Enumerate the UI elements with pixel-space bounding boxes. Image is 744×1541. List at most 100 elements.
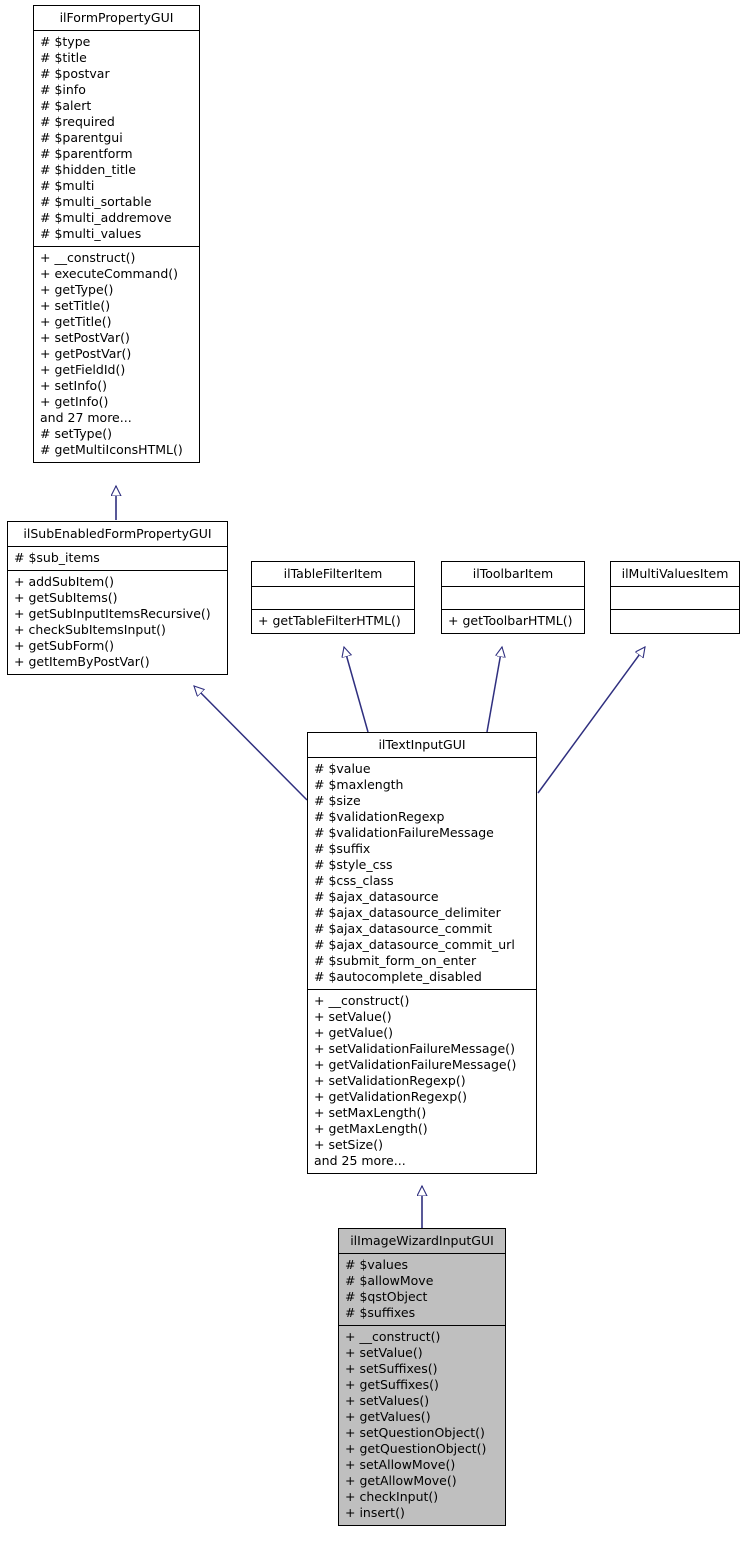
class-attributes-ilsubenabledformpropertygui: # $sub_items [8, 547, 227, 571]
method-row: + getValue() [314, 1025, 394, 1040]
class-box-ilimagewizardinputgui[interactable]: ilImageWizardInputGUI # $values # $allow… [338, 1228, 506, 1526]
method-row: + getValidationFailureMessage() [314, 1057, 517, 1072]
method-row: + __construct() [40, 250, 136, 265]
class-title-iltoolbaritem: ilToolbarItem [442, 562, 584, 587]
edge-textinput-to-multivalues [537, 647, 645, 794]
attribute-row: # $validationFailureMessage [314, 825, 494, 840]
method-row-more: and 27 more... [40, 410, 132, 425]
method-row: + setInfo() [40, 378, 107, 393]
method-row: + setTitle() [40, 298, 111, 313]
class-methods-ilformpropertygui: + __construct() + executeCommand() + get… [34, 247, 199, 462]
attribute-row: # $size [314, 793, 361, 808]
edge-textinput-to-subenabled [194, 686, 308, 801]
class-attributes-ilformpropertygui: # $type # $title # $postvar # $info # $a… [34, 31, 199, 247]
uml-class-diagram: ilFormPropertyGUI # $type # $title # $po… [0, 0, 744, 1541]
class-box-ilformpropertygui[interactable]: ilFormPropertyGUI # $type # $title # $po… [33, 5, 200, 463]
attribute-row: # $required [40, 114, 115, 129]
class-attributes-iltablefilteritem [252, 587, 414, 610]
class-title-iltextinputgui: ilTextInputGUI [308, 733, 536, 758]
attribute-row: # $multi_values [40, 226, 142, 241]
method-row: + insert() [345, 1505, 405, 1520]
attribute-row: # $ajax_datasource_commit_url [314, 937, 515, 952]
method-row: + addSubItem() [14, 574, 114, 589]
method-row: + getInfo() [40, 394, 109, 409]
class-methods-iltoolbaritem: + getToolbarHTML() [442, 610, 584, 633]
attribute-row: # $multi_sortable [40, 194, 152, 209]
edge-textinput-to-tablefilter [344, 647, 369, 733]
class-title-ilmultivaluesitem: ilMultiValuesItem [611, 562, 739, 587]
class-title-iltablefilteritem: ilTableFilterItem [252, 562, 414, 587]
attribute-row: # $title [40, 50, 87, 65]
edge-textinput-to-toolbaritem [486, 647, 502, 733]
method-row: + setSize() [314, 1137, 383, 1152]
method-row: + setPostVar() [40, 330, 130, 345]
method-row: + getSubInputItemsRecursive() [14, 606, 211, 621]
attribute-row: # $info [40, 82, 86, 97]
attribute-row: # $qstObject [345, 1289, 428, 1304]
method-row: + setSuffixes() [345, 1361, 438, 1376]
class-methods-iltablefilteritem: + getTableFilterHTML() [252, 610, 414, 633]
method-row: + setAllowMove() [345, 1457, 456, 1472]
class-attributes-ilmultivaluesitem [611, 587, 739, 610]
attribute-row: # $postvar [40, 66, 110, 81]
attribute-row: # $parentform [40, 146, 133, 161]
attribute-row: # $css_class [314, 873, 394, 888]
method-row: + getTableFilterHTML() [258, 613, 401, 628]
method-row: + checkInput() [345, 1489, 439, 1504]
attribute-row: # $ajax_datasource_delimiter [314, 905, 501, 920]
class-attributes-iltextinputgui: # $value # $maxlength # $size # $validat… [308, 758, 536, 990]
class-methods-ilmultivaluesitem [611, 610, 739, 633]
attribute-row: # $autocomplete_disabled [314, 969, 482, 984]
method-row: + getSuffixes() [345, 1377, 439, 1392]
method-row: + __construct() [314, 993, 410, 1008]
attribute-row: # $style_css [314, 857, 393, 872]
method-row-more: and 25 more... [314, 1153, 406, 1168]
class-title-ilformpropertygui: ilFormPropertyGUI [34, 6, 199, 31]
method-row: + setValues() [345, 1393, 430, 1408]
attribute-row: # $multi [40, 178, 95, 193]
method-row: + setValidationRegexp() [314, 1073, 466, 1088]
attribute-row: # $parentgui [40, 130, 123, 145]
attribute-row: # $value [314, 761, 371, 776]
attribute-row: # $submit_form_on_enter [314, 953, 477, 968]
class-box-ilsubenabledformpropertygui[interactable]: ilSubEnabledFormPropertyGUI # $sub_items… [7, 521, 228, 675]
class-box-iltextinputgui[interactable]: ilTextInputGUI # $value # $maxlength # $… [307, 732, 537, 1174]
method-row: + executeCommand() [40, 266, 179, 281]
method-row: + getAllowMove() [345, 1473, 457, 1488]
attribute-row: # $ajax_datasource [314, 889, 439, 904]
method-row: + getToolbarHTML() [448, 613, 573, 628]
attribute-row: # $suffix [314, 841, 371, 856]
class-title-ilsubenabledformpropertygui: ilSubEnabledFormPropertyGUI [8, 522, 227, 547]
method-row: + getFieldId() [40, 362, 126, 377]
class-title-ilimagewizardinputgui: ilImageWizardInputGUI [339, 1229, 505, 1254]
attribute-row: # $suffixes [345, 1305, 416, 1320]
method-row: + getType() [40, 282, 114, 297]
attribute-row: # $values [345, 1257, 409, 1272]
method-row: + setQuestionObject() [345, 1425, 485, 1440]
attribute-row: # $hidden_title [40, 162, 136, 177]
class-attributes-iltoolbaritem [442, 587, 584, 610]
attribute-row: # $validationRegexp [314, 809, 445, 824]
method-row: + getValues() [345, 1409, 431, 1424]
attribute-row: # $ajax_datasource_commit [314, 921, 493, 936]
method-row: + checkSubItemsInput() [14, 622, 166, 637]
method-row: + getSubForm() [14, 638, 115, 653]
method-row: + __construct() [345, 1329, 441, 1344]
method-row: + setValue() [345, 1345, 423, 1360]
method-row: + setMaxLength() [314, 1105, 427, 1120]
class-box-ilmultivaluesitem[interactable]: ilMultiValuesItem [610, 561, 740, 634]
method-row: + setValidationFailureMessage() [314, 1041, 515, 1056]
attribute-row: # $sub_items [14, 550, 100, 565]
attribute-row: # $alert [40, 98, 92, 113]
method-row: + getTitle() [40, 314, 112, 329]
attribute-row: # $type [40, 34, 91, 49]
class-box-iltablefilteritem[interactable]: ilTableFilterItem + getTableFilterHTML() [251, 561, 415, 634]
class-methods-ilsubenabledformpropertygui: + addSubItem() + getSubItems() + getSubI… [8, 571, 227, 674]
class-box-iltoolbaritem[interactable]: ilToolbarItem + getToolbarHTML() [441, 561, 585, 634]
class-methods-ilimagewizardinputgui: + __construct() + setValue() + setSuffix… [339, 1326, 505, 1525]
attribute-row: # $allowMove [345, 1273, 434, 1288]
method-row: + getQuestionObject() [345, 1441, 487, 1456]
method-row: + setValue() [314, 1009, 392, 1024]
method-row: + getPostVar() [40, 346, 132, 361]
method-row: # getMultiIconsHTML() [40, 442, 183, 457]
